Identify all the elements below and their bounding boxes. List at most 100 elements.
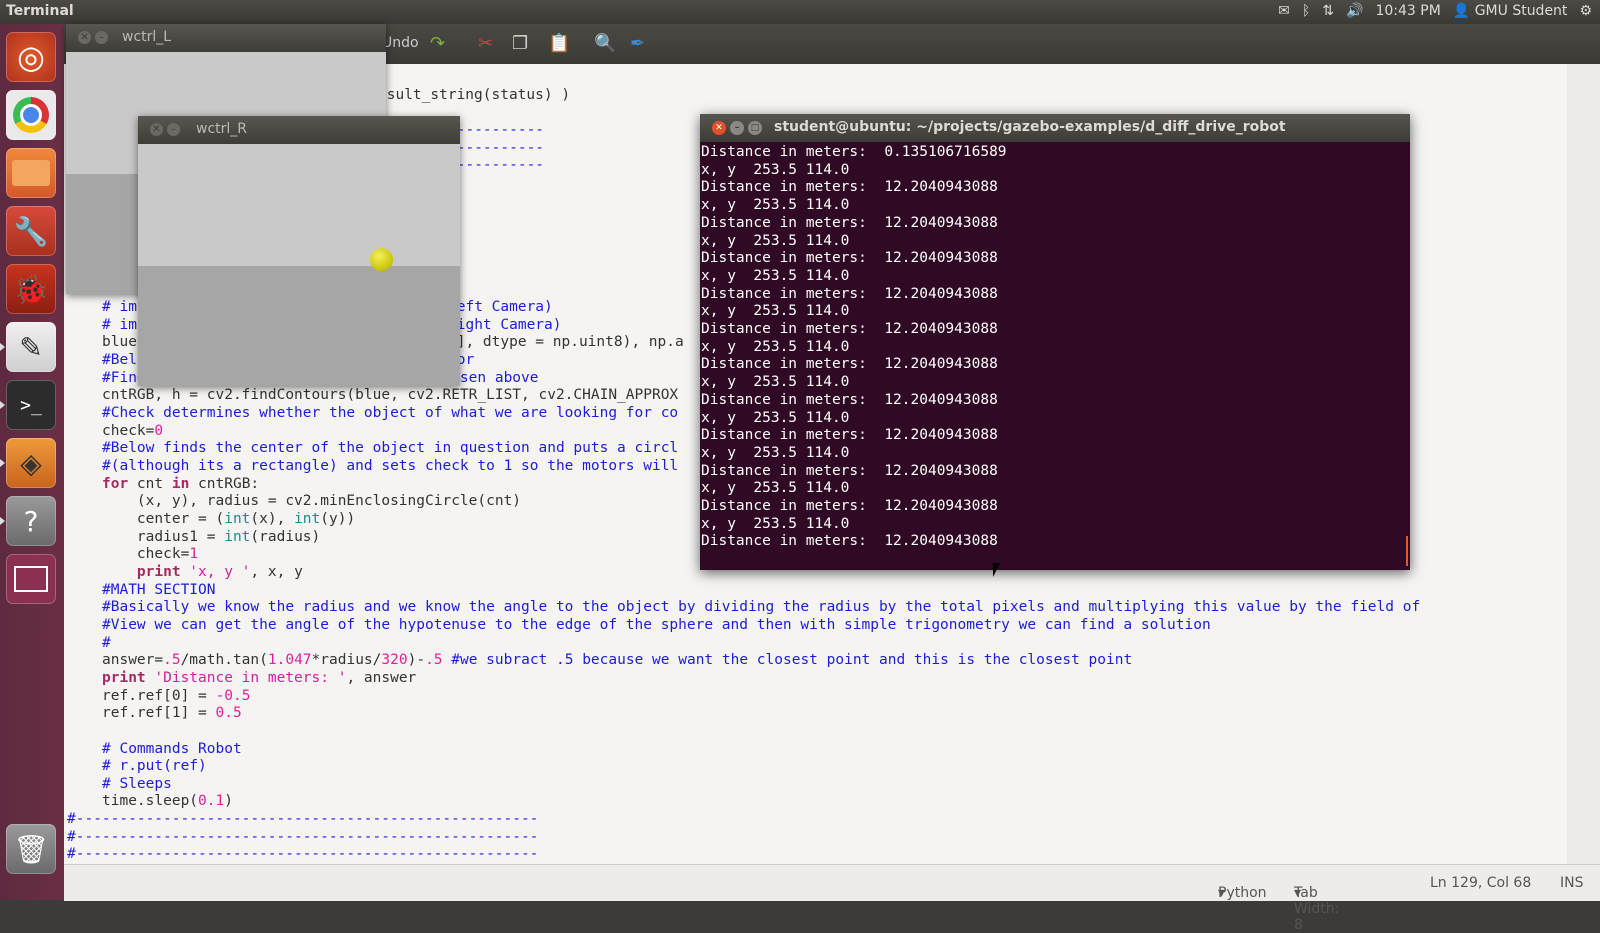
trash-icon: 🗑 bbox=[13, 832, 49, 866]
replace-icon[interactable]: ✒ bbox=[630, 33, 645, 54]
trash-launcher[interactable]: 🗑 bbox=[6, 824, 56, 874]
code-line: print 'Distance in meters: ', answer bbox=[102, 670, 417, 686]
bluetooth-icon[interactable]: ᛒ bbox=[1302, 3, 1310, 19]
terminal-line: Distance in meters: 12.2040943088 bbox=[701, 356, 998, 373]
user-menu[interactable]: 👤 GMU Student bbox=[1453, 3, 1568, 19]
network-icon[interactable]: ⇅ bbox=[1322, 3, 1334, 19]
user-icon: 👤 bbox=[1452, 3, 1471, 19]
insert-mode: INS bbox=[1560, 875, 1584, 891]
minimize-icon[interactable]: – bbox=[95, 31, 108, 44]
code-line: # Sleeps bbox=[102, 776, 172, 792]
terminal-title: student@ubuntu: ~/projects/gazebo-exampl… bbox=[774, 119, 1286, 135]
terminal-line: Distance in meters: 12.2040943088 bbox=[701, 462, 998, 479]
code-line: for cnt in cntRGB: bbox=[102, 476, 260, 492]
right-camera-titlebar[interactable]: ✕ – wctrl_R bbox=[138, 116, 460, 144]
code-line: ----------- bbox=[448, 122, 545, 138]
close-icon[interactable]: ✕ bbox=[712, 121, 726, 135]
code-line: time.sleep(0.1) bbox=[102, 793, 233, 809]
code-line: # r.put(ref) bbox=[102, 758, 207, 774]
mouse-pointer-icon bbox=[993, 563, 1000, 577]
terminal-launcher[interactable]: >_ bbox=[6, 380, 56, 430]
chevron-down-icon: ▾ bbox=[1294, 885, 1302, 901]
code-line: print 'x, y ', x, y bbox=[102, 564, 303, 580]
folder-icon bbox=[12, 160, 50, 186]
volume-icon[interactable]: 🔊 bbox=[1346, 3, 1363, 19]
maximize-icon[interactable]: □ bbox=[748, 121, 762, 135]
terminal-titlebar[interactable]: ✕ – □ student@ubuntu: ~/projects/gazebo-… bbox=[700, 114, 1410, 142]
code-line: esult_string(status) ) bbox=[378, 87, 571, 103]
code-line: blue bbox=[102, 334, 137, 350]
top-panel: Terminal ✉ ᛒ ⇅ 🔊 10:43 PM 👤 GMU Student … bbox=[0, 0, 1600, 24]
editor-scrollbar[interactable] bbox=[1567, 64, 1600, 864]
launcher: ◎ 🔧 🐞 ✎ >_ ◈ ? 🗑 bbox=[0, 24, 64, 900]
terminal-line: x, y 253.5 114.0 bbox=[701, 161, 850, 178]
ubuntu-dash-button[interactable]: ◎ bbox=[6, 32, 56, 82]
user-name: GMU Student bbox=[1474, 3, 1568, 19]
chrome-launcher[interactable] bbox=[6, 90, 56, 140]
code-line: check=0 bbox=[102, 423, 164, 439]
workspace-icon bbox=[14, 566, 48, 592]
terminal-line: Distance in meters: 12.2040943088 bbox=[701, 498, 998, 515]
code-line: Left Camera) bbox=[448, 299, 553, 315]
bug-reporter-launcher[interactable]: 🐞 bbox=[6, 264, 56, 314]
terminal-line: Distance in meters: 12.2040943088 bbox=[701, 321, 998, 338]
left-camera-titlebar[interactable]: ✕ – wctrl_L bbox=[66, 24, 386, 52]
system-settings-launcher[interactable]: 🔧 bbox=[6, 206, 56, 256]
cursor-position: Ln 129, Col 68 bbox=[1430, 875, 1532, 891]
terminal-output[interactable]: Distance in meters: 0.135106716589 x, y 2… bbox=[701, 144, 1007, 551]
camera-sky bbox=[138, 144, 460, 266]
terminal-line: Distance in meters: 12.2040943088 bbox=[701, 533, 998, 550]
terminal-line: Distance in meters: 12.2040943088 bbox=[701, 250, 998, 267]
gear-icon[interactable]: ⚙ bbox=[1579, 3, 1592, 19]
chrome-icon bbox=[13, 97, 49, 133]
clock[interactable]: 10:43 PM bbox=[1375, 3, 1440, 19]
close-icon[interactable]: ✕ bbox=[78, 31, 91, 44]
terminal-line: x, y 253.5 114.0 bbox=[701, 267, 850, 284]
terminal-line: x, y 253.5 114.0 bbox=[701, 515, 850, 532]
terminal-window[interactable]: ✕ – □ student@ubuntu: ~/projects/gazebo-… bbox=[700, 114, 1410, 570]
terminal-line: Distance in meters: 12.2040943088 bbox=[701, 285, 998, 302]
code-line: #(although its a rectangle) and sets che… bbox=[102, 458, 679, 474]
code-line: ref.ref[0] = -0.5 bbox=[102, 688, 251, 704]
minimize-icon[interactable]: – bbox=[167, 123, 180, 136]
paste-icon[interactable]: 📋 bbox=[548, 33, 570, 54]
terminal-line: x, y 253.5 114.0 bbox=[701, 303, 850, 320]
code-line: #Below finds the center of the object in… bbox=[102, 440, 679, 456]
code-line: # im bbox=[102, 299, 137, 315]
cut-icon[interactable]: ✂ bbox=[478, 33, 493, 54]
workspace-switcher-launcher[interactable] bbox=[6, 554, 56, 604]
active-app-title: Terminal bbox=[6, 3, 74, 19]
help-launcher[interactable]: ? bbox=[6, 496, 56, 546]
sublime-launcher[interactable]: ◈ bbox=[6, 438, 56, 488]
running-indicator bbox=[0, 401, 5, 409]
code-line: 0], dtype = np.uint8), np.a bbox=[448, 334, 684, 350]
search-icon[interactable]: 🔍 bbox=[594, 33, 616, 54]
code-line: Right Camera) bbox=[448, 317, 562, 333]
terminal-line: Distance in meters: 12.2040943088 bbox=[701, 391, 998, 408]
minimize-icon[interactable]: – bbox=[730, 121, 744, 135]
code-line: #Bel bbox=[102, 352, 137, 368]
redo-icon[interactable]: ↷ bbox=[430, 33, 445, 54]
code-line: radius1 = int(radius) bbox=[102, 529, 321, 545]
code-line: #---------------------------------------… bbox=[67, 846, 539, 862]
text-editor-launcher[interactable]: ✎ bbox=[6, 322, 56, 372]
right-camera-window[interactable]: ✕ – wctrl_R bbox=[138, 116, 460, 386]
terminal-line: x, y 253.5 114.0 bbox=[701, 444, 850, 461]
ubuntu-logo-icon: ◎ bbox=[17, 38, 45, 76]
copy-icon[interactable]: ❐ bbox=[512, 33, 528, 54]
sublime-icon: ◈ bbox=[20, 446, 42, 480]
mail-icon[interactable]: ✉ bbox=[1278, 3, 1290, 19]
code-line: # Commands Robot bbox=[102, 741, 242, 757]
files-launcher[interactable] bbox=[6, 148, 56, 198]
terminal-line: Distance in meters: 0.135106716589 bbox=[701, 144, 1007, 160]
terminal-line: x, y 253.5 114.0 bbox=[701, 197, 850, 214]
undo-button[interactable]: Undo bbox=[382, 35, 419, 51]
running-indicator bbox=[0, 459, 5, 467]
terminal-line: Distance in meters: 12.2040943088 bbox=[701, 427, 998, 444]
close-icon[interactable]: ✕ bbox=[150, 123, 163, 136]
window-title: wctrl_R bbox=[196, 121, 248, 137]
bug-icon: 🐞 bbox=[13, 272, 49, 306]
wrench-icon: 🔧 bbox=[13, 214, 49, 248]
code-line: #MATH SECTION bbox=[102, 582, 216, 598]
pencil-icon: ✎ bbox=[19, 330, 43, 364]
